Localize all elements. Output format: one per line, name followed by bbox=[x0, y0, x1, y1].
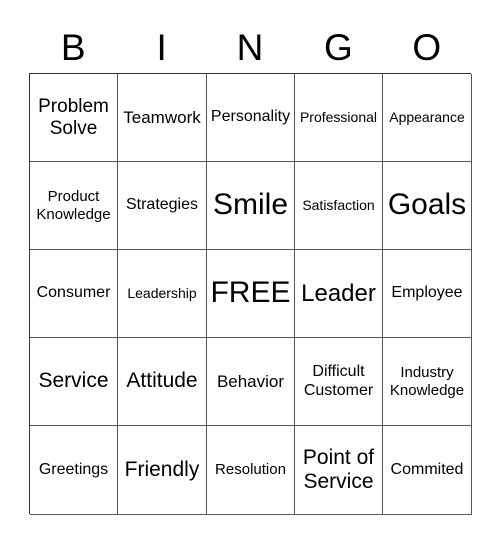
bingo-cell[interactable]: Problem Solve bbox=[30, 74, 118, 162]
bingo-grid: Problem Solve Teamwork Personality Profe… bbox=[29, 73, 472, 515]
header-letter-n: N bbox=[236, 27, 264, 68]
bingo-header: B I N G O bbox=[29, 24, 471, 72]
header-letter-o: O bbox=[412, 27, 442, 68]
bingo-cell[interactable]: Consumer bbox=[30, 250, 118, 338]
free-space[interactable]: FREE bbox=[207, 250, 295, 338]
bingo-cell[interactable]: Personality bbox=[207, 74, 295, 162]
bingo-cell[interactable]: Teamwork bbox=[118, 74, 207, 162]
bingo-cell[interactable]: Attitude bbox=[118, 338, 207, 426]
bingo-cell[interactable]: Behavior bbox=[207, 338, 295, 426]
bingo-cell[interactable]: Difficult Customer bbox=[295, 338, 383, 426]
bingo-cell[interactable]: Employee bbox=[383, 250, 472, 338]
bingo-cell[interactable]: Leadership bbox=[118, 250, 207, 338]
bingo-cell[interactable]: Greetings bbox=[30, 426, 118, 515]
bingo-cell[interactable]: Professional bbox=[295, 74, 383, 162]
bingo-cell[interactable]: Service bbox=[30, 338, 118, 426]
bingo-cell[interactable]: Goals bbox=[383, 162, 472, 250]
bingo-cell[interactable]: Strategies bbox=[118, 162, 207, 250]
bingo-cell[interactable]: Resolution bbox=[207, 426, 295, 515]
bingo-cell[interactable]: Product Knowledge bbox=[30, 162, 118, 250]
header-letter-b: B bbox=[60, 27, 86, 68]
bingo-cell[interactable]: Industry Knowledge bbox=[383, 338, 472, 426]
bingo-cell[interactable]: Commited bbox=[383, 426, 472, 515]
bingo-cell[interactable]: Friendly bbox=[118, 426, 207, 515]
header-letter-i: I bbox=[156, 27, 167, 68]
bingo-cell[interactable]: Satisfaction bbox=[295, 162, 383, 250]
header-letter-g: G bbox=[324, 27, 353, 68]
bingo-cell[interactable]: Appearance bbox=[383, 74, 472, 162]
bingo-cell[interactable]: Leader bbox=[295, 250, 383, 338]
bingo-cell[interactable]: Smile bbox=[207, 162, 295, 250]
bingo-cell[interactable]: Point of Service bbox=[295, 426, 383, 515]
